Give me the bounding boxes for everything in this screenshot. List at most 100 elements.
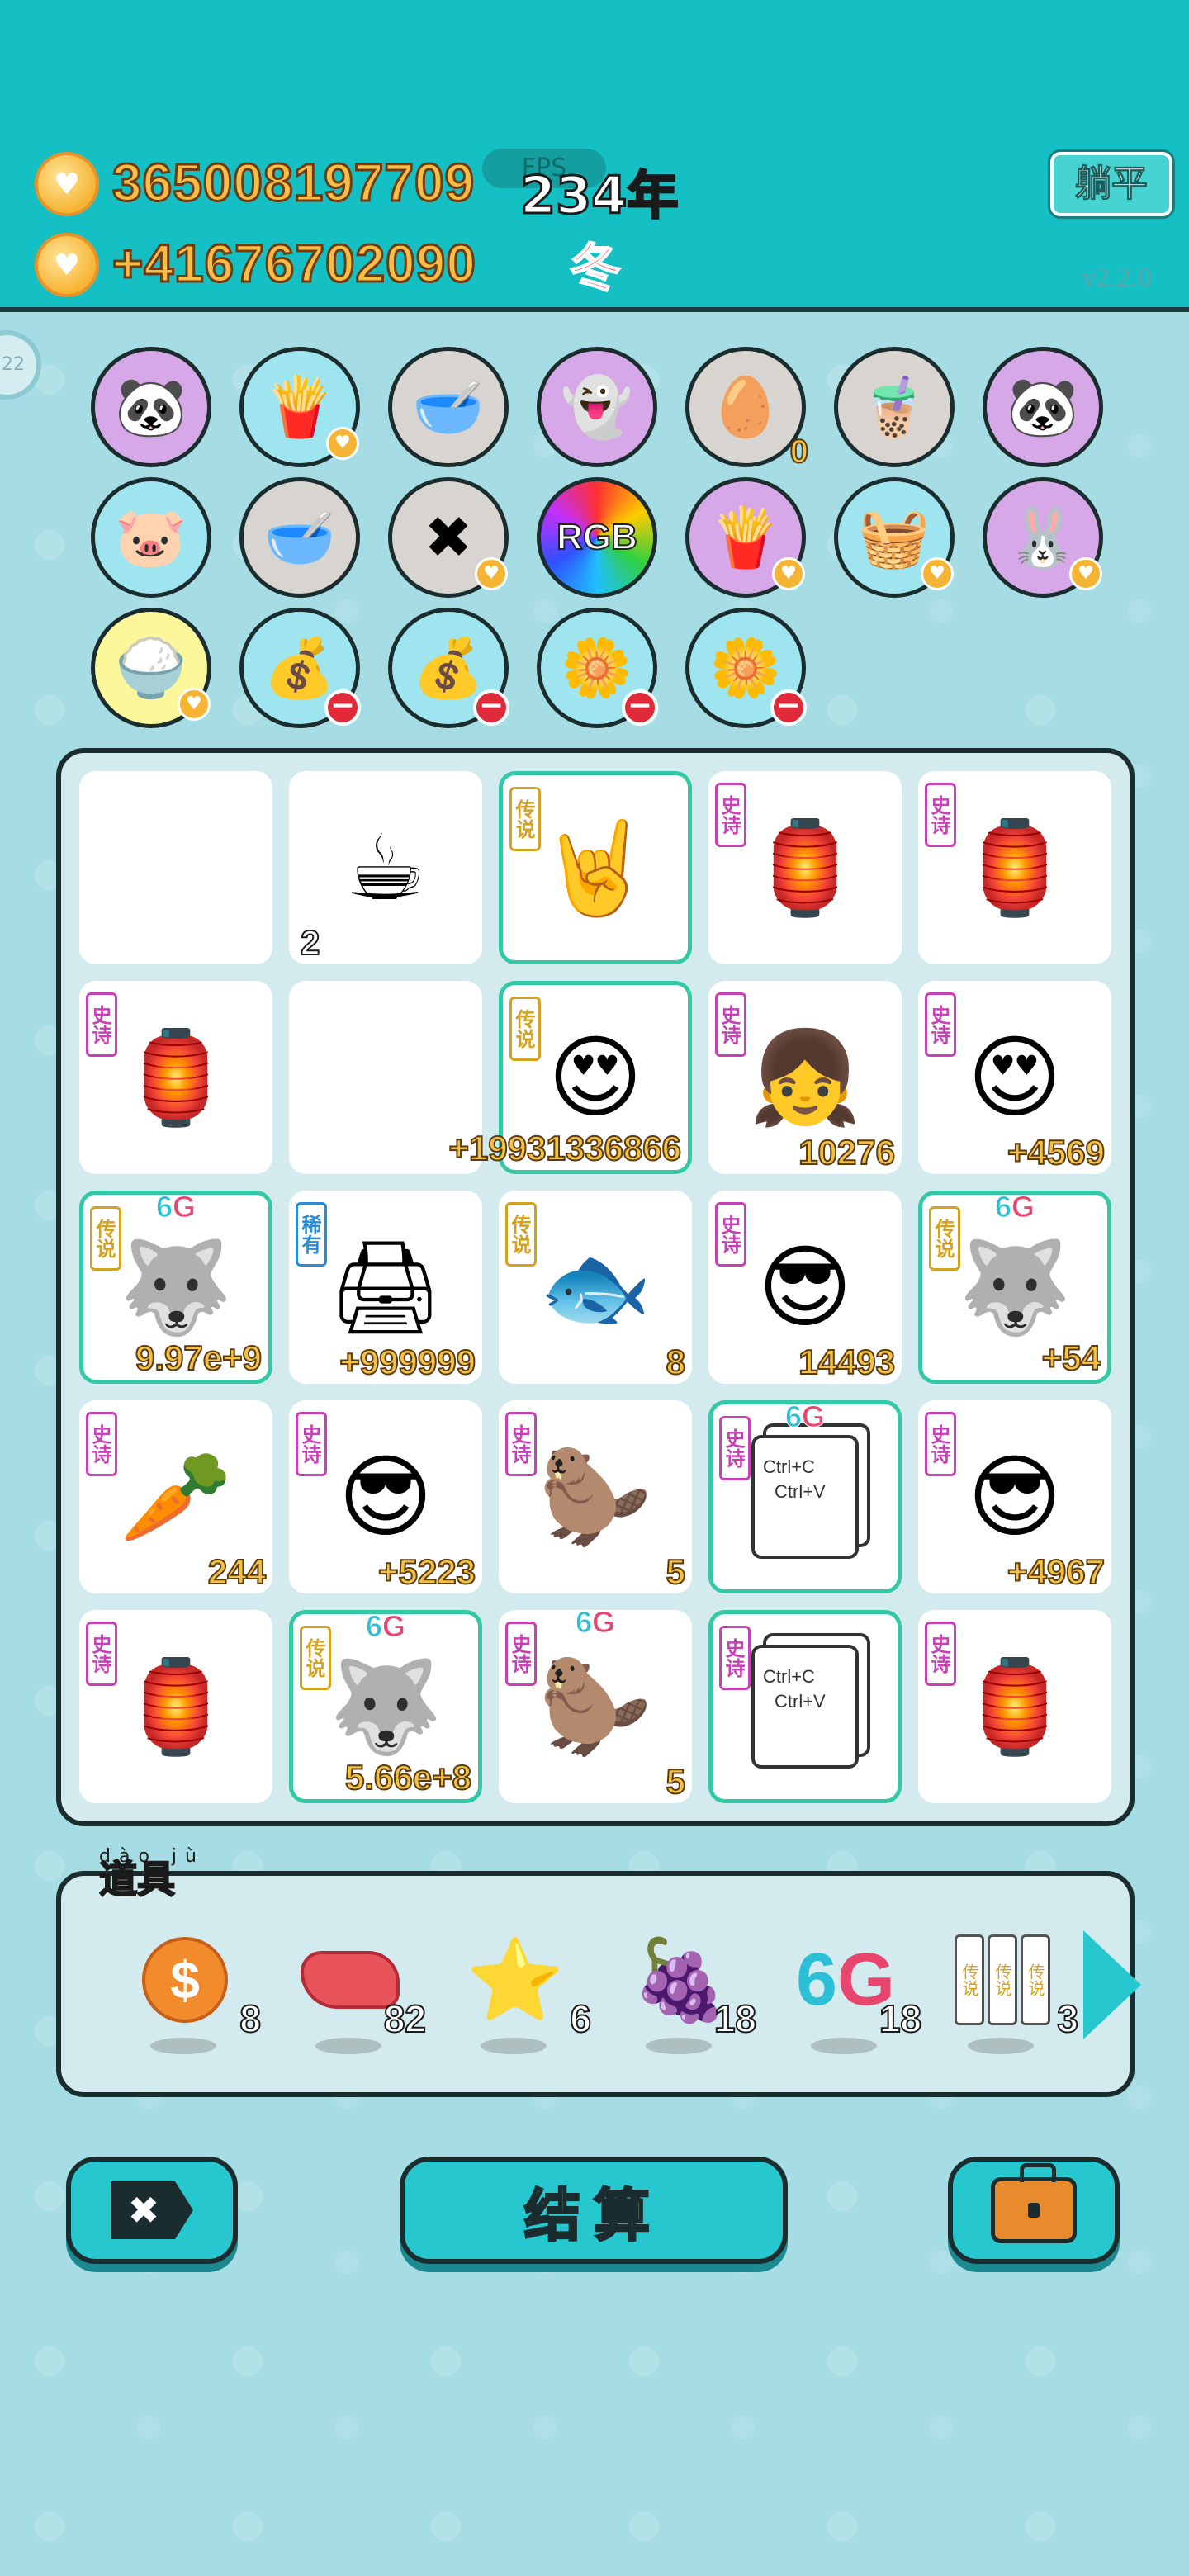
item-slot[interactable]: $8 <box>119 1930 276 2062</box>
ctrl-v-text: Ctrl+V <box>775 1691 826 1712</box>
board-cell[interactable]: 🏮 史诗 <box>79 981 272 1174</box>
pet-bowl-circle[interactable]: 🥣 <box>388 347 509 467</box>
item-count: 82 <box>383 1996 427 2041</box>
item-slot[interactable]: 传说 传说 传说 3 <box>936 1930 1093 2062</box>
side-bubble[interactable]: 22 <box>0 330 41 400</box>
item-slot[interactable]: 6G 18 <box>779 1930 936 2062</box>
empty-cell[interactable] <box>79 771 272 964</box>
item-shadow <box>150 2038 216 2054</box>
fruit-basket-icon: 🧺 <box>858 504 931 571</box>
flower-pot-icon: 🌼 <box>709 634 782 702</box>
board-cell[interactable]: 🤘 传说 <box>499 771 692 964</box>
rarity-tag: 史诗 <box>505 1622 537 1686</box>
rabbit-circle[interactable]: 🐰 ♥ <box>983 477 1103 598</box>
fruit-basket-circle[interactable]: 🧺 ♥ <box>834 477 955 598</box>
rarity-tag: 传说 <box>509 997 541 1061</box>
item-slot[interactable]: ⭐ 6 <box>449 1930 606 2062</box>
board-cell[interactable]: 🐟 传说 8 <box>499 1191 692 1384</box>
board-cell[interactable]: 🏮 史诗 <box>918 1610 1111 1803</box>
cell-count: 2 <box>300 922 320 963</box>
board-cell[interactable]: 😎 史诗 14493 <box>708 1191 902 1384</box>
fries-circle[interactable]: 🍟 ♥ <box>239 347 360 467</box>
rgb-circle[interactable]: RGB <box>537 477 657 598</box>
version-label: v2.2.0 <box>1082 263 1152 293</box>
board-cell[interactable]: 😍 史诗 +4569 <box>918 981 1111 1174</box>
cell-count: +54 <box>1041 1338 1101 1378</box>
bag-button[interactable] <box>948 2157 1120 2264</box>
board-cell[interactable]: 🦫 史诗 5 <box>499 1400 692 1593</box>
board-cell[interactable]: 😎 史诗 +5223 <box>289 1400 482 1593</box>
money-total: 365008197709 <box>111 152 476 214</box>
pet-bowl-icon: 🥣 <box>263 504 336 571</box>
pet-bowl-circle[interactable]: 🥣 <box>239 477 360 598</box>
rabbit-house-icon: 🏮 <box>119 1025 233 1130</box>
next-arrow-icon[interactable] <box>1083 1930 1141 2039</box>
ghost-icon: 👻 <box>561 373 633 441</box>
panda-circle[interactable]: 🐼 <box>983 347 1103 467</box>
board-cell[interactable]: 🏮 史诗 <box>79 1610 272 1803</box>
rarity-tag: 史诗 <box>86 1622 117 1686</box>
remove-badge-icon[interactable]: − <box>770 689 807 726</box>
flower-pot-circle[interactable]: 🌼 − <box>685 608 807 728</box>
husky-king-icon: 🐺 <box>329 1654 443 1759</box>
board-cell[interactable]: 🏮 史诗 <box>708 771 902 964</box>
board-cell[interactable]: 🏮 史诗 <box>918 771 1111 964</box>
board-cell[interactable]: 😍 传说 +19931336866 <box>448 981 692 1174</box>
fries-circle[interactable]: 🍟 ♥ <box>685 477 806 598</box>
delete-tag-circle[interactable]: ✖ ♥ <box>388 477 509 598</box>
bubble-tea-icon: 🧋 <box>858 373 931 441</box>
money-bag-circle[interactable]: 💰 − <box>388 608 509 728</box>
board-cell[interactable]: 🐺 传说 6G 9.97e+9 <box>79 1190 272 1384</box>
money-bag-circle[interactable]: 💰 − <box>239 608 361 728</box>
settle-button[interactable]: 结算 <box>400 2157 788 2264</box>
gopher-icon: 🦫 <box>538 1654 652 1759</box>
item-slot[interactable]: 🍇 18 <box>614 1930 771 2062</box>
ghost-circle[interactable]: 👻 <box>537 347 657 467</box>
game-board: ☕ 2 🤘 传说 🏮 史诗 🏮 史诗 🏮 史诗 😍 传说 +19931336866 👧 史诗 10276 😍 史诗… <box>56 748 1135 1826</box>
bubble-tea-circle[interactable]: 🧋 <box>834 347 955 467</box>
egg-tray-circle[interactable]: 🥚 0 <box>685 347 809 469</box>
board-cell[interactable]: 😎 史诗 +4967 <box>918 1400 1111 1593</box>
rabbit-house-icon: 🏮 <box>119 1654 233 1759</box>
board-cell[interactable]: 🥕 史诗 244 <box>79 1400 272 1593</box>
flower-pot-circle[interactable]: 🌼 − <box>537 608 658 728</box>
item-slot[interactable]: 82 <box>284 1930 441 2062</box>
rabbit-house-icon: 🏮 <box>958 1654 1072 1759</box>
remove-badge-icon[interactable]: − <box>473 689 509 726</box>
rarity-tag: 史诗 <box>715 783 746 847</box>
board-cell[interactable]: 🦫 史诗 6G 5 <box>499 1605 692 1803</box>
rarity-tag: 史诗 <box>925 1412 956 1476</box>
coin-icon: ♥ <box>35 152 99 216</box>
item-shadow <box>968 2038 1034 2054</box>
item-shadow <box>811 2038 877 2054</box>
rarity-tag: 传说 <box>505 1202 537 1267</box>
koi-fish-icon: 🐟 <box>538 1234 652 1340</box>
egg-tray-icon: 🥚 <box>709 373 782 441</box>
cell-count: 5 <box>666 1551 686 1592</box>
fries-icon: 🍟 <box>709 504 782 571</box>
rice-bowl-circle[interactable]: 🍚 ♥ <box>91 608 211 728</box>
lie-flat-button[interactable]: 躺平 <box>1048 149 1175 219</box>
cell-count: 5 <box>666 1761 686 1802</box>
board-cell[interactable]: ☕ 2 <box>289 771 482 964</box>
rice-bowl-icon: 🍚 <box>115 634 187 702</box>
board-cell[interactable]: 🐺 传说 6G 5.66e+8 <box>289 1609 482 1803</box>
season-display: 冬 <box>569 237 622 299</box>
king-heart-eyes-icon: 😍 <box>547 1025 643 1130</box>
rarity-tag: 史诗 <box>296 1412 327 1476</box>
remove-badge-icon[interactable]: − <box>324 689 361 726</box>
board-cell[interactable]: 🖨 稀有 +999999 <box>289 1191 482 1384</box>
board-cell[interactable]: 👧 史诗 10276 <box>708 981 902 1174</box>
dollar-coin-icon: $ <box>135 1930 234 2029</box>
delete-button[interactable]: ✖ <box>66 2157 238 2264</box>
6g-badge-icon: 6G <box>784 1399 826 1434</box>
item-shadow <box>481 2038 547 2054</box>
remove-badge-icon[interactable]: − <box>622 689 658 726</box>
ctrl-cv-card-icon: Ctrl+C Ctrl+V <box>751 1435 859 1559</box>
rarity-tag: 传说 <box>300 1626 331 1690</box>
board-cell[interactable]: 🐺 传说 6G +54 <box>918 1190 1111 1384</box>
panda-circle[interactable]: 🐼 <box>91 347 211 467</box>
board-cell[interactable]: Ctrl+C Ctrl+V 史诗 <box>708 1610 902 1803</box>
piggy-bank-circle[interactable]: 🐷 <box>91 477 211 598</box>
board-cell[interactable]: Ctrl+C Ctrl+V 史诗 6G <box>708 1399 902 1593</box>
